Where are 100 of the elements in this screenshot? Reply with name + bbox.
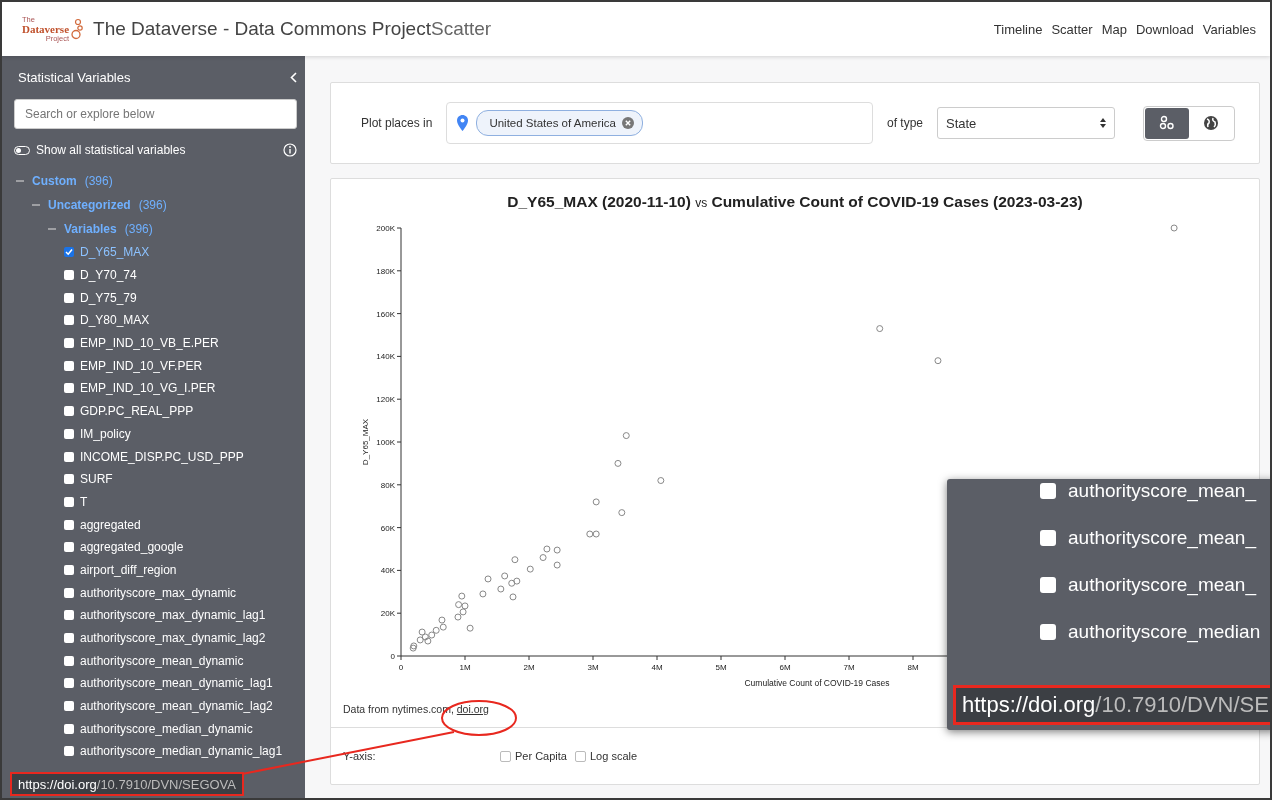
axis-title: D_Y65_MAX: [361, 418, 370, 466]
tick-label: 2M: [523, 663, 535, 672]
checkbox[interactable]: [64, 406, 74, 417]
variable-label[interactable]: INCOME_DISP.PC_USD_PPP: [80, 449, 244, 464]
url-tooltip: https://doi.org/10.7910/DVN/SEGOVA: [10, 772, 244, 796]
checkbox[interactable]: [64, 587, 74, 598]
variable-label[interactable]: authorityscore_max_dynamic: [80, 585, 237, 600]
checkbox[interactable]: [64, 655, 74, 666]
variable-label[interactable]: D_Y80_MAX: [80, 313, 150, 328]
variable-label: authorityscore_mean_: [1068, 573, 1256, 596]
tick-label: 160K: [376, 309, 395, 319]
nav-link[interactable]: Map: [1101, 21, 1127, 37]
variable-label[interactable]: aggregated: [80, 517, 141, 532]
checkbox[interactable]: [64, 451, 74, 462]
minus-icon[interactable]: [48, 225, 56, 233]
checkbox-label[interactable]: Log scale: [590, 750, 638, 762]
variable-label[interactable]: D_Y75_79: [80, 290, 137, 305]
checkbox-label[interactable]: Per Capita: [515, 750, 567, 762]
variable-label[interactable]: D_Y70_74: [80, 268, 137, 283]
view-toggle-button[interactable]: [1145, 107, 1189, 139]
checkbox[interactable]: [575, 750, 586, 762]
checkbox[interactable]: [64, 678, 74, 689]
checkbox[interactable]: [64, 383, 74, 394]
tick-label: 6M: [779, 663, 791, 672]
nav-link[interactable]: Download: [1135, 21, 1194, 37]
tick-label: 0: [398, 663, 404, 672]
option-label: Y-axis:: [342, 750, 377, 762]
checkbox[interactable]: [64, 746, 74, 757]
tick-label: 100K: [376, 438, 395, 447]
axis-title: Cumulative Count of COVID-19 Cases: [744, 678, 890, 688]
nav-link[interactable]: Scatter: [1051, 21, 1093, 37]
variable-label[interactable]: SURF: [80, 472, 113, 487]
variable-label[interactable]: authorityscore_median_dynamic: [80, 721, 253, 736]
variable-label[interactable]: authorityscore_mean_dynamic: [80, 653, 244, 668]
toggle-label: Show all statistical variables: [36, 143, 187, 157]
variable-label[interactable]: EMP_IND_10_VF.PER: [80, 358, 203, 373]
checkbox[interactable]: [64, 474, 74, 485]
checkbox[interactable]: [64, 247, 74, 258]
minus-icon[interactable]: [16, 177, 24, 185]
checkbox[interactable]: [64, 723, 74, 734]
tick-label: 5M: [715, 663, 727, 672]
place-chip[interactable]: United States of America: [476, 110, 643, 136]
variable-label[interactable]: authorityscore_mean_dynamic_lag1: [80, 676, 273, 691]
tick-label: 20K: [380, 609, 395, 619]
checkbox[interactable]: [64, 270, 74, 281]
nav-link[interactable]: Variables: [1202, 21, 1256, 37]
variable-label[interactable]: authorityscore_max_dynamic_lag2: [80, 631, 266, 646]
checkbox[interactable]: [64, 428, 74, 439]
checkbox[interactable]: [64, 338, 74, 349]
variable-label[interactable]: EMP_IND_10_VG_I.PER: [80, 381, 216, 396]
nav-link[interactable]: Timeline: [993, 21, 1043, 37]
variable-label[interactable]: GDP.PC_REAL_PPP: [80, 404, 194, 419]
location-pin-icon: [457, 115, 469, 131]
variable-label[interactable]: aggregated_google: [80, 540, 184, 555]
page-title: Scatter: [430, 18, 492, 40]
rings-icon: [71, 18, 84, 40]
checkbox[interactable]: [64, 701, 74, 712]
node-count: (396): [124, 222, 153, 236]
checkbox[interactable]: [64, 542, 74, 553]
minus-icon[interactable]: [32, 201, 40, 209]
tick-label: 140K: [376, 352, 395, 362]
sort-arrows-icon: [1100, 118, 1106, 128]
checkbox[interactable]: [500, 750, 511, 762]
checkbox[interactable]: [64, 360, 74, 371]
checkbox[interactable]: [64, 633, 74, 644]
checkbox[interactable]: [64, 564, 74, 575]
tick-label: 7M: [843, 663, 855, 672]
sidebar-title: Statistical Variables: [18, 70, 131, 85]
close-icon[interactable]: [621, 117, 634, 129]
place-field[interactable]: United States of America: [446, 102, 873, 144]
variable-label[interactable]: authorityscore_median_dynamic_lag1: [80, 744, 283, 759]
info-icon[interactable]: [283, 143, 297, 157]
field-label: Plot places in: [361, 116, 433, 130]
variable-label[interactable]: EMP_IND_10_VB_E.PER: [80, 336, 219, 351]
variable-label: authorityscore_median: [1068, 620, 1261, 643]
tick-label: 120K: [376, 395, 395, 405]
variable-label[interactable]: authorityscore_mean_dynamic_lag2: [80, 699, 273, 714]
variable-label[interactable]: T: [80, 494, 88, 509]
collapse-icon[interactable]: [290, 72, 297, 83]
field-label: of type: [886, 116, 923, 130]
url-tooltip: https://doi.org/10.7910/DVN/SE: [953, 685, 1270, 725]
type-dropdown[interactable]: State: [937, 107, 1115, 139]
checkbox[interactable]: [64, 610, 74, 621]
checkbox[interactable]: [64, 292, 74, 303]
node-count: (396): [84, 174, 113, 188]
variable-label[interactable]: authorityscore_max_dynamic_lag1: [80, 608, 266, 623]
variable-label[interactable]: D_Y65_MAX: [80, 245, 150, 260]
tick-label: 4M: [651, 663, 663, 672]
checkbox[interactable]: [64, 315, 74, 326]
variable-label[interactable]: airport_diff_region: [80, 562, 177, 577]
search-field[interactable]: Search or explore below: [14, 99, 297, 129]
checkbox[interactable]: [64, 519, 74, 530]
variable-label: authorityscore_mean_: [1068, 479, 1256, 502]
logo-text: Dataverse: [22, 23, 70, 35]
tick-label: 60K: [380, 523, 395, 533]
checkbox[interactable]: [64, 496, 74, 507]
source-link[interactable]: doi.org: [456, 703, 489, 715]
tick-label: 40K: [380, 566, 395, 576]
variable-label: authorityscore_mean_: [1068, 526, 1256, 549]
variable-label[interactable]: IM_policy: [80, 426, 131, 441]
